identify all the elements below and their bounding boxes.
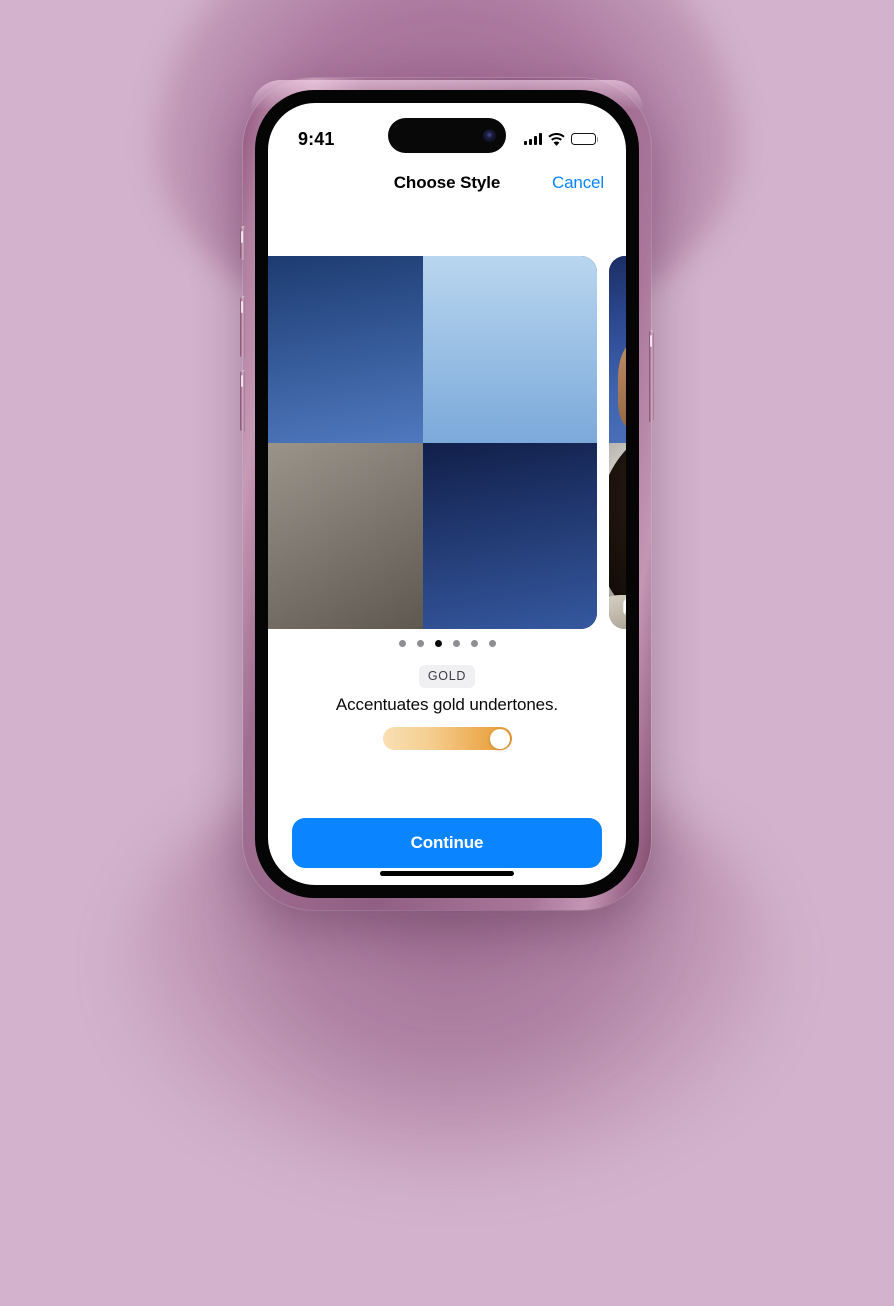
pagination-dot-3[interactable] xyxy=(434,640,442,647)
battery-icon xyxy=(571,132,599,146)
slider-knob[interactable] xyxy=(490,728,510,749)
pagination-dots[interactable] xyxy=(268,640,626,647)
photo-cell xyxy=(268,442,423,629)
front-camera-icon xyxy=(483,129,496,142)
button-highlight xyxy=(241,375,243,387)
button-highlight xyxy=(241,301,243,313)
photo-closeup-portrait xyxy=(609,442,626,629)
slider-row xyxy=(268,727,626,750)
wifi-icon xyxy=(548,132,565,146)
pagination-dot-2[interactable] xyxy=(416,640,424,647)
photos-stack-icon[interactable] xyxy=(622,594,626,616)
photo-cell xyxy=(423,256,597,443)
style-card-prev[interactable] xyxy=(268,256,597,629)
home-indicator[interactable] xyxy=(380,871,514,876)
photo-grid xyxy=(268,256,597,629)
iphone-device: 9:41 Choose Style Cancel GOLD Accentuate… xyxy=(240,78,654,910)
button-highlight xyxy=(650,335,652,347)
dynamic-island xyxy=(388,118,506,153)
style-card-gold[interactable] xyxy=(609,256,626,629)
nav-bar: Choose Style Cancel xyxy=(268,161,626,205)
pagination-dot-4[interactable] xyxy=(452,640,460,647)
photo-cell xyxy=(423,442,597,629)
cancel-button[interactable]: Cancel xyxy=(552,173,604,193)
button-highlight xyxy=(241,231,243,243)
status-bar-time: 9:41 xyxy=(298,128,335,149)
intensity-slider[interactable] xyxy=(382,727,512,750)
volume-up-button[interactable] xyxy=(240,296,245,358)
pagination-dot-5[interactable] xyxy=(470,640,478,647)
screen: 9:41 Choose Style Cancel GOLD Accentuate… xyxy=(268,103,626,885)
tone-description: Accentuates gold undertones. xyxy=(335,695,559,714)
silent-switch[interactable] xyxy=(240,226,245,260)
power-button[interactable] xyxy=(649,330,654,422)
pagination-dot-1[interactable] xyxy=(398,640,406,647)
status-badge: GOLD xyxy=(418,665,476,688)
tone-badge-row: GOLD xyxy=(268,665,626,688)
device-bezel: 9:41 Choose Style Cancel GOLD Accentuate… xyxy=(255,90,639,898)
volume-down-button[interactable] xyxy=(240,370,245,432)
photo-grid xyxy=(609,256,626,629)
status-bar-indicators xyxy=(523,132,599,146)
photo-cell xyxy=(268,256,423,443)
style-carousel[interactable] xyxy=(268,256,626,629)
carousel-track[interactable] xyxy=(268,256,626,629)
photo-sunglasses-blue-wall xyxy=(609,256,626,443)
continue-button[interactable]: Continue xyxy=(292,818,602,868)
pagination-dot-6[interactable] xyxy=(488,640,496,647)
cellular-signal-icon xyxy=(523,133,542,145)
